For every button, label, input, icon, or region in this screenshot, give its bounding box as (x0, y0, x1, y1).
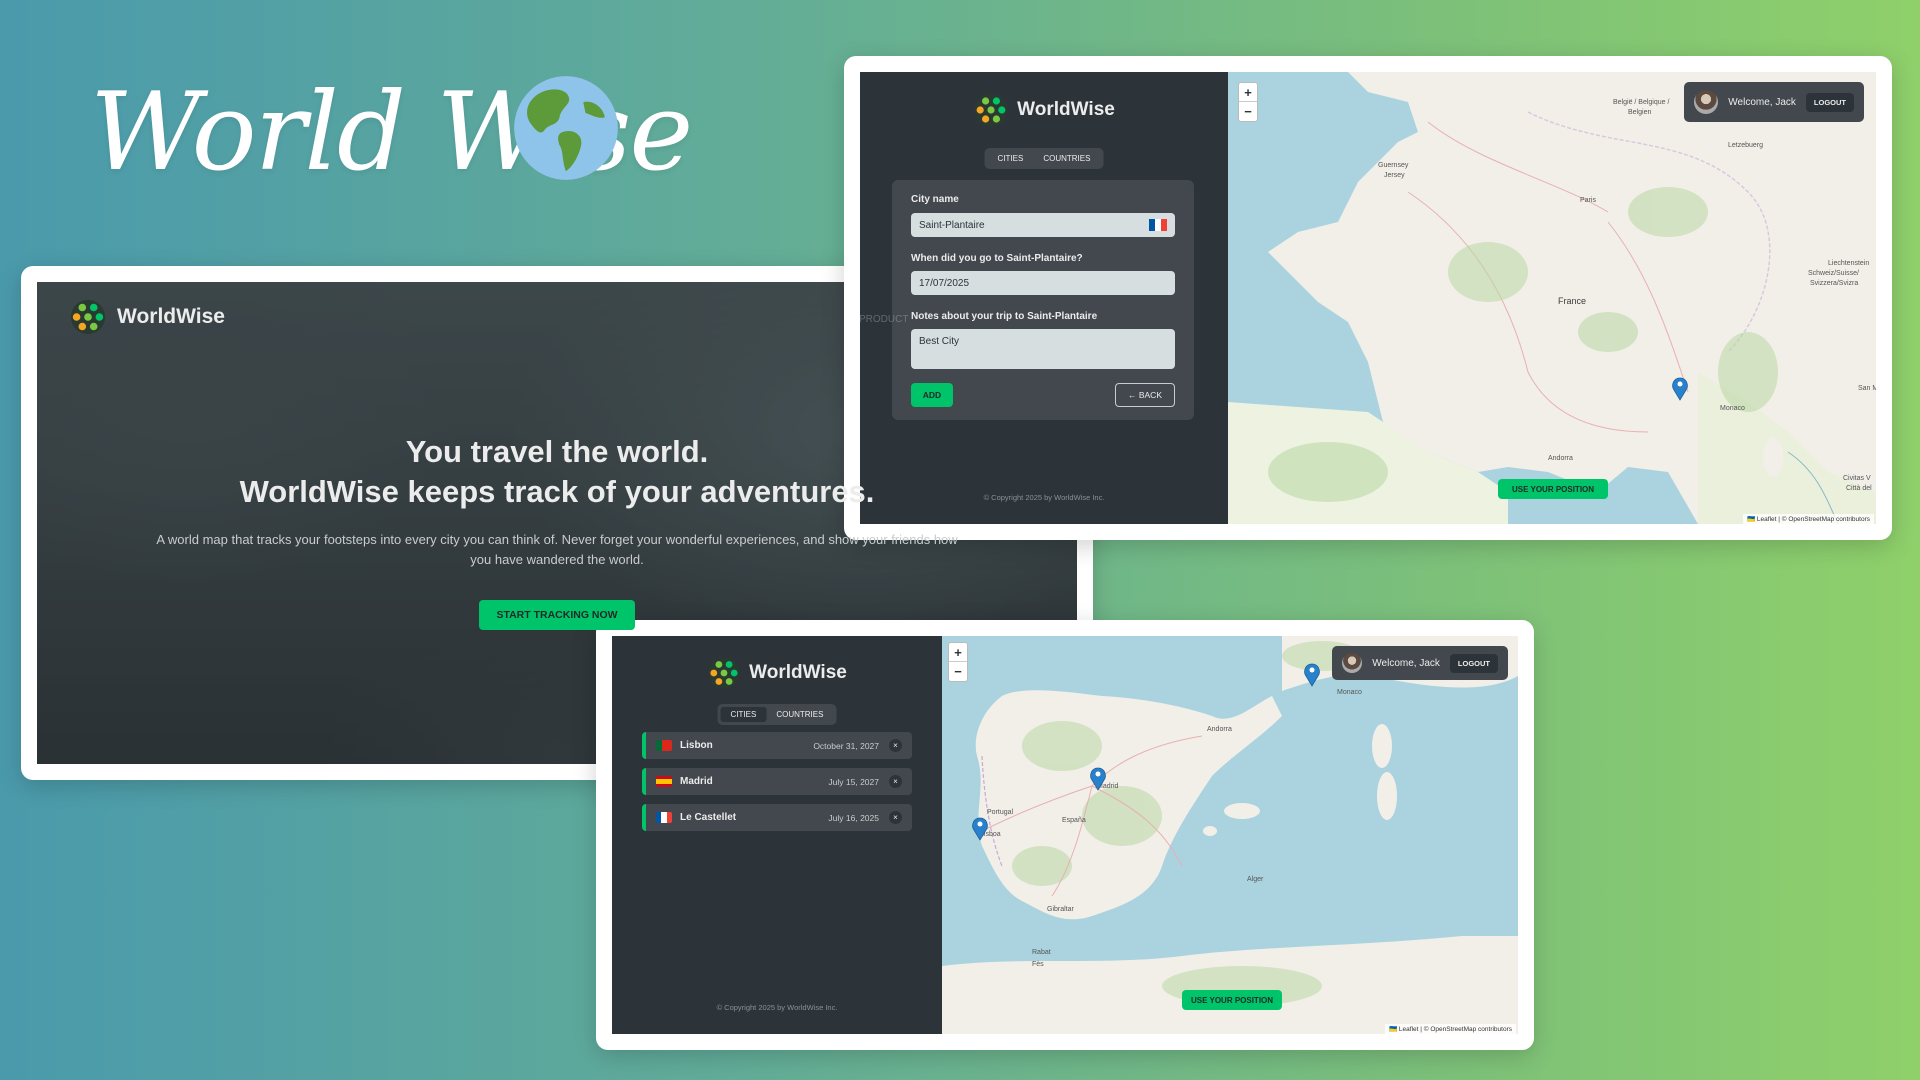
city-date: July 15, 2027 (828, 776, 879, 787)
zoom-in-button[interactable]: + (1239, 83, 1257, 102)
description-line-1: A world map that tracks your footsteps i… (156, 532, 958, 547)
zoom-out-button[interactable]: − (1239, 102, 1257, 121)
brand-name: WorldWise (1017, 99, 1115, 120)
avatar (1694, 90, 1719, 114)
svg-text:Guernsey: Guernsey (1378, 162, 1409, 169)
use-position-button[interactable]: USE YOUR POSITION (1182, 990, 1282, 1010)
svg-text:España: España (1062, 817, 1086, 824)
svg-text:Alger: Alger (1247, 876, 1264, 883)
tab-cities[interactable]: CITIES (988, 151, 1034, 166)
worldwise-logo-icon (974, 93, 1008, 127)
logout-button[interactable]: LOGOUT (1805, 92, 1854, 112)
user-badge: Welcome, Jack LOGOUT (1684, 82, 1864, 122)
tab-countries[interactable]: COUNTRIES (1033, 151, 1100, 166)
brand-name: WorldWise (117, 305, 225, 328)
map-tiles-france: België / Belgique / Belgien Letzebuerg G… (1228, 72, 1876, 524)
svg-text:Portugal: Portugal (987, 809, 1014, 816)
headline-line-1: You travel the world. (405, 434, 709, 469)
svg-text:Monaco: Monaco (1337, 689, 1362, 696)
svg-text:Città del: Città del (1846, 485, 1872, 492)
svg-text:Fès: Fès (1032, 961, 1044, 968)
delete-city-button[interactable]: × (889, 775, 902, 788)
list-item[interactable]: Madrid July 15, 2027 × (642, 768, 912, 795)
svg-text:Paris: Paris (1580, 197, 1596, 204)
map[interactable]: België / Belgique / Belgien Letzebuerg G… (1228, 72, 1876, 524)
delete-city-button[interactable]: × (889, 811, 902, 824)
logout-button[interactable]: LOGOUT (1449, 653, 1498, 673)
map-attribution[interactable]: 🇺🇦 Leaflet | © OpenStreetMap contributor… (1385, 1024, 1516, 1034)
city-name-label: City name (911, 194, 959, 205)
svg-text:Belgien: Belgien (1628, 109, 1651, 116)
spain-flag-icon (656, 776, 672, 787)
svg-text:Letzebuerg: Letzebuerg (1728, 142, 1763, 149)
user-badge: Welcome, Jack LOGOUT (1332, 646, 1508, 680)
list-item[interactable]: Le Castellet July 16, 2025 × (642, 804, 912, 831)
zoom-control: + − (1238, 82, 1258, 122)
welcome-text: Welcome, Jack (1728, 96, 1796, 108)
logo[interactable]: WorldWise (860, 92, 1228, 128)
city-name: Le Castellet (680, 812, 737, 823)
globe-icon (514, 76, 618, 180)
headline-line-2: WorldWise keeps track of your adventures… (239, 474, 875, 509)
start-tracking-button[interactable]: START TRACKING NOW (479, 600, 635, 630)
logo[interactable]: WorldWise (69, 298, 225, 336)
nav-ghost-link[interactable]: PRODUCT (859, 314, 908, 325)
back-button[interactable]: ← BACK (1115, 383, 1175, 407)
svg-text:France: France (1558, 296, 1586, 306)
tab-switcher: CITIES COUNTRIES (984, 148, 1104, 169)
france-flag-icon (1149, 219, 1167, 231)
city-name: Madrid (680, 776, 713, 787)
svg-text:Liechtenstein: Liechtenstein (1828, 260, 1869, 267)
svg-text:Andorra: Andorra (1207, 726, 1232, 733)
city-name-input[interactable]: Saint-Plantaire (911, 213, 1175, 237)
svg-text:Rabat: Rabat (1032, 949, 1051, 956)
france-flag-icon (656, 812, 672, 823)
svg-text:België / Belgique /: België / Belgique / (1613, 99, 1669, 106)
svg-text:Schweiz/Suisse/: Schweiz/Suisse/ (1808, 270, 1859, 277)
svg-text:Svizzera/Svizra: Svizzera/Svizra (1810, 280, 1858, 287)
svg-text:Jersey: Jersey (1384, 172, 1405, 179)
use-position-button[interactable]: USE YOUR POSITION (1498, 479, 1608, 499)
date-label: When did you go to Saint-Plantaire? (911, 253, 1083, 264)
home-headline: You travel the world. WorldWise keeps tr… (37, 432, 1077, 512)
homepage-screenshot-card: WorldWise PRODUCT You travel the world. … (21, 266, 1093, 780)
map-attribution[interactable]: 🇺🇦 Leaflet | © OpenStreetMap contributor… (1743, 514, 1874, 524)
copyright: © Copyright 2025 by WorldWise Inc. (716, 1003, 838, 1012)
city-name-value: Saint-Plantaire (919, 219, 985, 231)
homepage-hero: WorldWise PRODUCT You travel the world. … (37, 282, 1077, 764)
welcome-text: Welcome, Jack (1372, 657, 1440, 669)
svg-text:Andorra: Andorra (1548, 455, 1573, 462)
avatar (1342, 653, 1363, 673)
home-description: A world map that tracks your footsteps i… (107, 530, 1007, 570)
svg-text:San M: San M (1858, 385, 1876, 392)
svg-text:Monaco: Monaco (1720, 405, 1745, 412)
description-line-2: you have wandered the world. (470, 552, 644, 567)
worldwise-logo-icon (70, 299, 106, 335)
svg-text:Gibraltar: Gibraltar (1047, 906, 1075, 913)
city-date: July 16, 2025 (828, 812, 879, 823)
svg-text:Civitas V: Civitas V (1843, 475, 1871, 482)
